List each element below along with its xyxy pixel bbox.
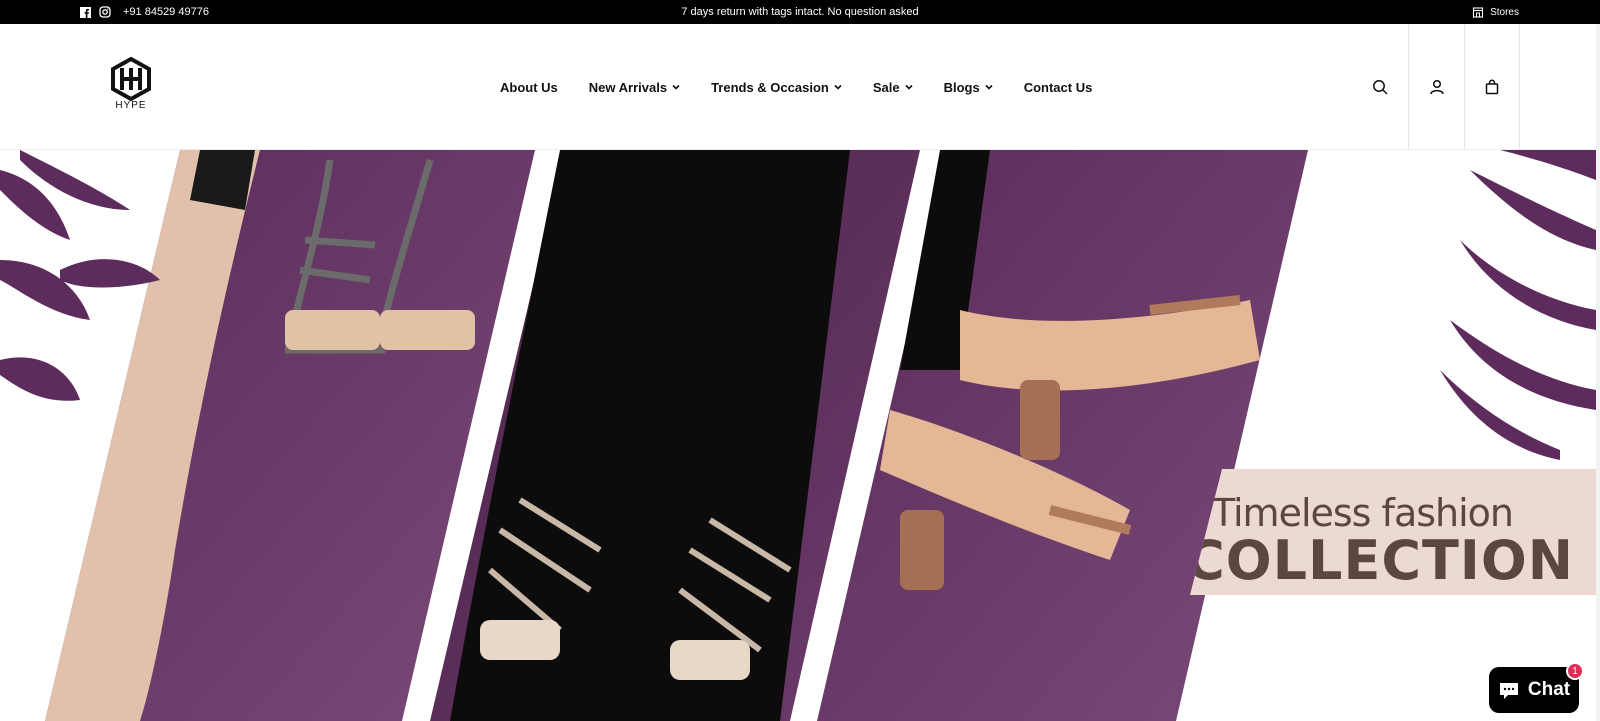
header-actions (1352, 24, 1520, 150)
nav-trends-occasion[interactable]: Trends & Occasion (711, 80, 842, 95)
chat-label: Chat (1527, 679, 1571, 700)
nav-label: Contact Us (1023, 79, 1093, 95)
nav-new-arrivals[interactable]: New Arrivals (589, 80, 680, 95)
announcement-message: 7 days return with tags intact. No quest… (681, 6, 919, 18)
nav-label: Trends & Occasion (711, 79, 829, 95)
cart-button[interactable] (1464, 24, 1520, 150)
scrollbar[interactable] (1596, 24, 1600, 721)
chat-notification-badge: 1 (1566, 662, 1584, 680)
nav-label: Sale (872, 79, 900, 95)
chevron-down-icon (834, 82, 842, 92)
stores-link[interactable]: Stores (1472, 0, 1519, 24)
collection-banner: Timeless fashion COLLECTION (1190, 469, 1596, 595)
nav-label: Blogs (943, 79, 980, 95)
site-header: HYPE About Us New Arrivals Trends & Occa… (0, 24, 1600, 150)
nav-blogs[interactable]: Blogs (944, 80, 993, 95)
search-icon (1373, 80, 1388, 95)
nav-contact-us[interactable]: Contact Us (1024, 80, 1093, 95)
account-button[interactable] (1408, 24, 1464, 150)
nav-about-us[interactable]: About Us (500, 80, 558, 95)
chat-bubble-icon (1499, 683, 1518, 699)
chevron-down-icon (985, 82, 993, 92)
chevron-down-icon (905, 82, 913, 92)
search-button[interactable] (1352, 24, 1408, 150)
logo-mark-icon (111, 56, 151, 102)
announcement-bar: +91 84529 49776 7 days return with tags … (0, 0, 1600, 24)
store-icon (1472, 6, 1484, 18)
account-icon (1429, 79, 1444, 95)
nav-label: New Arrivals (588, 79, 668, 95)
stores-label: Stores (1490, 6, 1519, 18)
logo-text: HYPE (115, 100, 147, 111)
hero-image (0, 150, 1596, 721)
hero-banner[interactable]: Timeless fashion COLLECTION (0, 150, 1596, 721)
cart-icon (1485, 79, 1499, 95)
chevron-down-icon (672, 82, 680, 92)
leaf-decor-right (1440, 150, 1596, 460)
main-nav: About Us New Arrivals Trends & Occasion … (500, 24, 1123, 150)
nav-sale[interactable]: Sale (873, 80, 913, 95)
hype-logo[interactable]: HYPE (108, 56, 154, 118)
nav-label: About Us (500, 79, 558, 95)
banner-line-2: COLLECTION (1185, 529, 1574, 592)
